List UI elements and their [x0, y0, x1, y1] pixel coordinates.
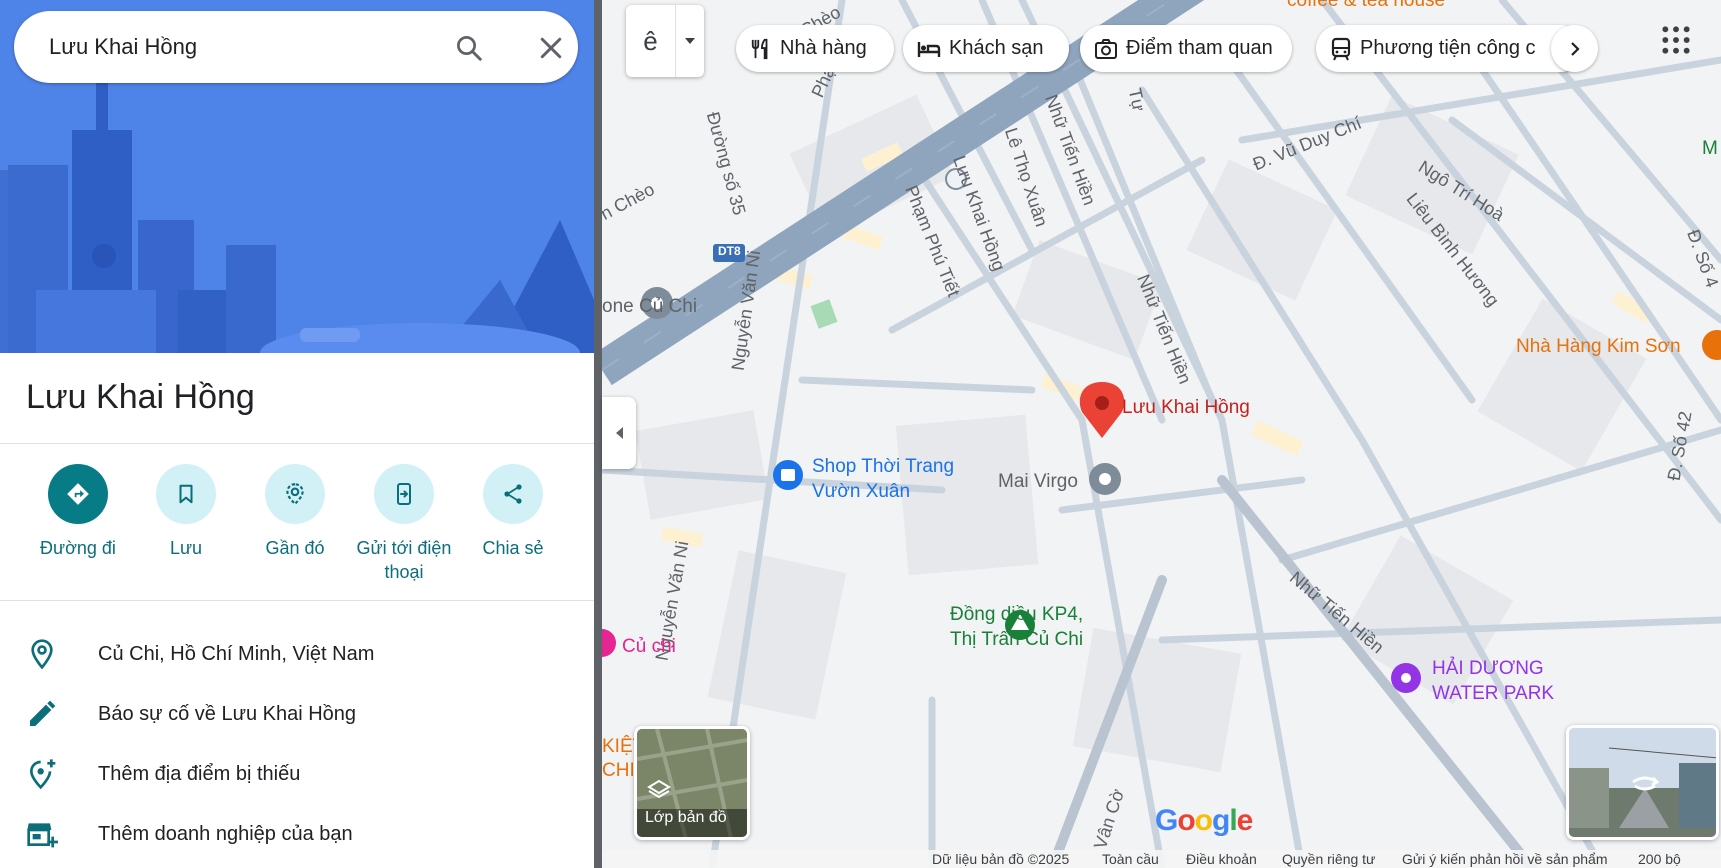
global-link[interactable]: Toàn cầu — [1102, 851, 1159, 867]
send-to-phone-button[interactable]: Gửi tới điện thoại — [352, 464, 456, 584]
search-box[interactable] — [14, 11, 578, 83]
share-button[interactable]: Chia sẻ — [461, 464, 565, 560]
chip-label: Phương tiện công c — [1360, 37, 1536, 59]
add-missing-place-text: Thêm địa điểm bị thiếu — [98, 763, 301, 785]
pencil-icon — [26, 698, 58, 730]
restaurant-icon — [751, 38, 768, 59]
poi-label[interactable]: CHI — [602, 760, 635, 782]
place-title: Lưu Khai Hồng — [26, 378, 255, 416]
caret-down-icon[interactable] — [676, 5, 704, 77]
send-to-phone-label: Gửi tới điện thoại — [356, 538, 452, 582]
apps-grid-icon — [1662, 26, 1690, 54]
share-icon — [483, 464, 543, 524]
street-view-thumbnail[interactable] — [1566, 725, 1719, 840]
street-label: Tự — [1124, 86, 1150, 114]
chip-transit[interactable]: Phương tiện công c — [1316, 25, 1584, 72]
hero-illustration — [0, 0, 594, 353]
chip-restaurants[interactable]: Nhà hàng — [736, 25, 894, 72]
poi-label[interactable]: WATER PARK — [1432, 683, 1554, 705]
poi-label[interactable]: Mai Virgo — [998, 471, 1078, 493]
chip-label: Điểm tham quan — [1126, 37, 1273, 59]
poi-label[interactable]: coffee & tea house — [1287, 0, 1445, 12]
collapse-panel-button[interactable] — [602, 397, 636, 469]
chips-scroll-right-button[interactable] — [1551, 25, 1598, 72]
highway-badge: DT8 — [718, 244, 741, 258]
input-tools-button[interactable]: ê — [626, 5, 704, 77]
google-apps-button[interactable] — [1660, 24, 1692, 56]
hotel-icon — [917, 41, 941, 57]
camera-icon — [1095, 38, 1117, 59]
poi-label[interactable]: HẢI DƯƠNG — [1432, 658, 1544, 680]
layers-button[interactable]: Lớp bản đồ — [634, 726, 750, 840]
chip-label: Khách sạn — [949, 37, 1044, 59]
map-canvas[interactable]: Đường số 35 Nguyễn Văn Ni Nguyễn Văn Ni … — [602, 0, 1721, 868]
search-input[interactable] — [49, 33, 429, 61]
poi-label[interactable]: M — [1702, 138, 1718, 160]
feedback-link[interactable]: Gửi ý kiến phản hồi về sản phẩm — [1402, 851, 1608, 867]
poi-label[interactable]: Shop Thời Trang — [812, 456, 954, 478]
directions-button[interactable]: Đường đi — [26, 464, 130, 560]
share-label: Chia sẻ — [482, 538, 544, 558]
nearby-icon — [265, 464, 325, 524]
nearby-label: Gần đó — [265, 538, 325, 558]
directions-icon — [48, 464, 108, 524]
divider — [0, 443, 594, 444]
privacy-link[interactable]: Quyền riêng tư — [1282, 851, 1375, 867]
panel-scrollbar[interactable] — [594, 0, 602, 868]
nearby-button[interactable]: Gần đó — [243, 464, 347, 560]
poi-label[interactable]: Vườn Xuân — [812, 481, 910, 503]
transit-icon — [1331, 37, 1351, 60]
chip-label: Nhà hàng — [780, 37, 867, 59]
map-data-attribution: Dữ liệu bản đồ ©2025 — [932, 851, 1070, 867]
add-business-row[interactable]: Thêm doanh nghiệp của bạn — [0, 804, 594, 864]
poi-label[interactable]: one Củ Chi — [602, 296, 697, 318]
scale-label[interactable]: 200 bộ — [1638, 851, 1681, 867]
search-icon[interactable] — [454, 33, 484, 63]
chevron-right-icon — [1570, 41, 1580, 56]
report-issue-row[interactable]: Báo sự cố về Lưu Khai Hồng — [0, 684, 594, 744]
poi-label[interactable]: Đồng diều KP4, — [950, 604, 1083, 626]
send-to-phone-icon — [374, 464, 434, 524]
poi-label[interactable]: Củ chi — [622, 636, 676, 658]
google-logo: Google — [1155, 804, 1253, 837]
report-issue-text: Báo sự cố về Lưu Khai Hồng — [98, 703, 357, 725]
bookmark-icon — [156, 464, 216, 524]
poi-label[interactable]: Thị Trấn Củ Chi — [950, 629, 1083, 651]
place-panel: Lưu Khai Hồng Đường đi Lưu Gần đó Gửi tớ… — [0, 0, 594, 868]
add-business-icon — [26, 818, 58, 850]
add-business-text: Thêm doanh nghiệp của bạn — [98, 823, 353, 845]
layers-label: Lớp bản đồ — [645, 809, 727, 826]
add-location-icon — [26, 758, 58, 790]
address-text: Củ Chi, Hồ Chí Minh, Việt Nam — [98, 643, 375, 665]
close-icon[interactable] — [536, 33, 566, 63]
chevron-left-icon — [616, 427, 623, 439]
address-row[interactable]: Củ Chi, Hồ Chí Minh, Việt Nam — [0, 624, 594, 684]
save-button[interactable]: Lưu — [134, 464, 238, 560]
save-label: Lưu — [169, 538, 203, 558]
pin-label[interactable]: Lưu Khai Hồng — [1122, 397, 1250, 419]
directions-label: Đường đi — [40, 538, 116, 558]
map-footer: Dữ liệu bản đồ ©2025 Toàn cầu Điều khoản… — [602, 850, 1721, 868]
location-pin-icon — [26, 638, 58, 670]
chip-hotels[interactable]: Khách sạn — [903, 25, 1069, 72]
divider — [0, 600, 594, 601]
add-missing-place-row[interactable]: Thêm địa điểm bị thiếu — [0, 744, 594, 804]
terms-link[interactable]: Điều khoản — [1186, 851, 1257, 867]
poi-label[interactable]: Nhà Hàng Kim Sơn — [1516, 336, 1681, 358]
map-roads — [602, 0, 1721, 868]
chip-attractions[interactable]: Điểm tham quan — [1080, 25, 1292, 72]
input-mode-letter[interactable]: ê — [626, 5, 676, 77]
